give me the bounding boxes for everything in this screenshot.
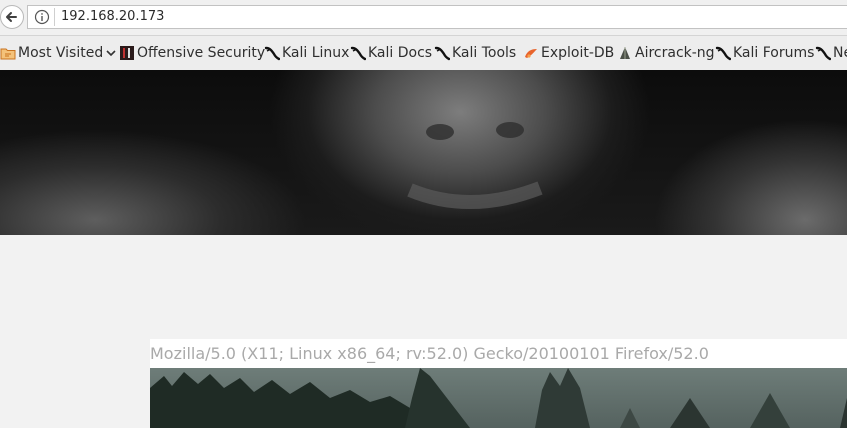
bookmark-label: Kali Linux xyxy=(282,45,350,61)
navigation-toolbar: 192.168.20.173 xyxy=(0,0,847,36)
bookmark-label: Ne xyxy=(833,45,847,61)
bookmark-kali-forums[interactable]: Kali Forums xyxy=(715,44,814,62)
hero-image xyxy=(0,70,847,235)
info-icon[interactable] xyxy=(34,9,50,25)
back-button[interactable] xyxy=(0,5,24,29)
kali-dragon-icon xyxy=(350,46,366,61)
bookmark-label: Exploit-DB xyxy=(541,45,615,61)
forest-image xyxy=(150,368,847,428)
exploit-db-icon xyxy=(525,49,537,58)
back-arrow-icon xyxy=(6,12,17,22)
kali-dragon-icon xyxy=(434,46,450,61)
bookmark-label: Most Visited xyxy=(18,45,104,61)
folder-icon xyxy=(0,48,16,60)
bookmark-label: Kali Docs xyxy=(368,45,433,61)
bookmark-exploit-db[interactable]: Exploit-DB xyxy=(523,44,614,62)
chevron-down-icon xyxy=(106,50,116,57)
url-separator xyxy=(54,8,55,26)
bookmark-label: Aircrack-ng xyxy=(635,45,715,61)
kali-dragon-icon xyxy=(815,46,831,61)
user-agent-text: Mozilla/5.0 (X11; Linux x86_64; rv:52.0)… xyxy=(150,339,847,368)
bookmark-ne[interactable]: Ne xyxy=(815,44,847,62)
bookmark-kali-linux[interactable]: Kali Linux xyxy=(264,44,349,62)
kali-dragon-icon xyxy=(715,46,731,61)
aircrack-icon xyxy=(620,47,630,59)
offsec-icon xyxy=(120,46,134,60)
bookmark-kali-tools[interactable]: Kali Tools xyxy=(434,44,516,62)
bookmark-kali-docs[interactable]: Kali Docs xyxy=(350,44,432,62)
bookmark-most-visited[interactable]: Most Visited xyxy=(0,44,119,62)
bookmarks-toolbar: Most Visited Offensive Security Kali Lin… xyxy=(0,36,847,71)
bookmark-label: Offensive Security xyxy=(137,45,266,61)
bookmark-offensive-security[interactable]: Offensive Security xyxy=(119,44,265,62)
bookmark-aircrack-ng[interactable]: Aircrack-ng xyxy=(617,44,715,62)
bookmark-label: Kali Forums xyxy=(733,45,815,61)
url-text[interactable]: 192.168.20.173 xyxy=(61,9,164,25)
kali-dragon-icon xyxy=(264,46,280,61)
bookmark-label: Kali Tools xyxy=(452,45,517,61)
